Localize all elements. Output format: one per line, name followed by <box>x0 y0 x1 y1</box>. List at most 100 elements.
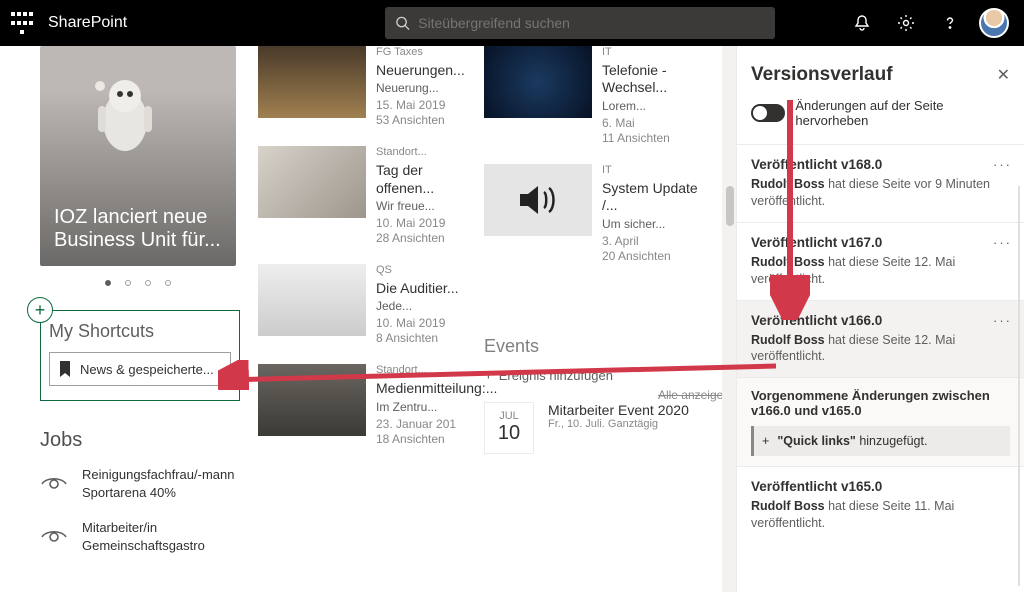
version-title: Veröffentlicht v168.0 <box>751 157 1010 172</box>
event-item[interactable]: JUL 10 Mitarbeiter Event 2020 Fr., 10. J… <box>484 402 706 454</box>
event-subtitle: Fr., 10. Juli. Ganztägig <box>548 418 689 430</box>
changes-heading: Vorgenommene Änderungen zwischen v166.0 … <box>751 388 1010 418</box>
shortcut-label: News & gespeicherte... <box>80 362 214 377</box>
news-views: 53 Ansichten <box>376 113 470 128</box>
news-title: Telefonie - Wechsel... <box>602 62 706 97</box>
version-item-selected[interactable]: ··· Veröffentlicht v166.0 Rudolf Boss ha… <box>737 300 1024 378</box>
change-item-strong: "Quick links" <box>777 434 856 448</box>
eye-icon <box>40 474 68 494</box>
news-desc: Jede... <box>376 299 470 314</box>
news-date: 6. Mai <box>602 116 706 131</box>
news-desc: Im Zentru... <box>376 400 497 415</box>
version-author: Rudolf Boss <box>751 177 825 191</box>
version-author: Rudolf Boss <box>751 255 825 269</box>
my-shortcuts-webpart: + My Shortcuts News & gespeicherte... <box>40 310 240 401</box>
news-date: 23. Januar 201 <box>376 417 497 432</box>
news-item[interactable]: IT System Update /... Um sicher... 3. Ap… <box>484 164 706 264</box>
news-item[interactable]: IT Telefonie - Wechsel... Lorem... 6. Ma… <box>484 46 706 146</box>
user-avatar[interactable] <box>974 3 1014 43</box>
close-panel-button[interactable]: ✕ <box>997 65 1010 85</box>
version-more-icon[interactable]: ··· <box>993 313 1012 328</box>
content-scrollbar[interactable] <box>722 46 736 592</box>
news-date: 10. Mai 2019 <box>376 316 470 331</box>
news-thumb <box>258 146 366 218</box>
event-title: Mitarbeiter Event 2020 <box>548 402 689 418</box>
version-item[interactable]: Veröffentlicht v165.0 Rudolf Boss hat di… <box>737 466 1024 544</box>
suite-header: SharePoint <box>0 0 1024 46</box>
version-author: Rudolf Boss <box>751 333 825 347</box>
news-thumb <box>258 364 366 436</box>
highlight-changes-toggle[interactable] <box>751 104 785 122</box>
panel-title: Versionsverlauf <box>751 64 997 86</box>
job-title: Reinigungsfachfrau/-mann Sportarena 40% <box>82 466 260 501</box>
jobs-section: Jobs Reinigungsfachfrau/-mann Sportarena… <box>40 429 260 554</box>
brand-label[interactable]: SharePoint <box>48 14 127 32</box>
news-title: Neuerungen... <box>376 62 470 80</box>
search-box[interactable] <box>385 7 775 39</box>
news-views: 11 Ansichten <box>602 131 706 146</box>
news-category: FG Taxes <box>376 46 470 60</box>
plus-icon: + <box>762 434 769 448</box>
panel-scrollbar[interactable] <box>1018 186 1020 586</box>
news-category: Standort... <box>376 146 470 160</box>
changes-block: Vorgenommene Änderungen zwischen v166.0 … <box>737 377 1024 466</box>
version-item[interactable]: ··· Veröffentlicht v168.0 Rudolf Boss ha… <box>737 144 1024 222</box>
toggle-label: Änderungen auf der Seite hervorheben <box>795 98 1010 128</box>
version-author: Rudolf Boss <box>751 499 825 513</box>
version-item[interactable]: ··· Veröffentlicht v167.0 Rudolf Boss ha… <box>737 222 1024 300</box>
page-content: IOZ lanciert neue Business Unit für... +… <box>0 46 736 592</box>
news-item[interactable]: FG Taxes Neuerungen... Neuerung... 15. M… <box>258 46 470 128</box>
news-title: System Update /... <box>602 180 706 215</box>
job-title: Mitarbeiter/in Gemeinschaftsgastro <box>82 519 260 554</box>
news-thumb <box>484 46 592 118</box>
settings-icon[interactable] <box>886 3 926 43</box>
version-title: Veröffentlicht v166.0 <box>751 313 1010 328</box>
add-webpart-button[interactable]: + <box>27 297 53 323</box>
news-item[interactable]: Standort... Medienmitteilung:... Im Zent… <box>258 364 470 446</box>
version-more-icon[interactable]: ··· <box>993 157 1012 172</box>
version-history-panel: Versionsverlauf ✕ Änderungen auf der Sei… <box>736 46 1024 592</box>
job-item[interactable]: Reinigungsfachfrau/-mann Sportarena 40% <box>40 466 260 501</box>
avatar-icon <box>979 8 1009 38</box>
news-desc: Neuerung... <box>376 81 470 96</box>
events-heading: Events <box>484 336 706 357</box>
search-input[interactable] <box>418 15 765 31</box>
version-more-icon[interactable]: ··· <box>993 235 1012 250</box>
version-title: Veröffentlicht v165.0 <box>751 479 1010 494</box>
news-category: QS <box>376 264 470 278</box>
plus-icon: + <box>484 367 493 384</box>
help-icon[interactable] <box>930 3 970 43</box>
event-date-box: JUL 10 <box>484 402 534 454</box>
event-month: JUL <box>499 410 519 422</box>
news-thumb <box>258 264 366 336</box>
news-thumb <box>484 164 592 236</box>
news-date: 15. Mai 2019 <box>376 98 470 113</box>
event-day: 10 <box>498 422 520 445</box>
news-date: 3. April <box>602 234 706 249</box>
news-item[interactable]: Standort... Tag der offenen... Wir freue… <box>258 146 470 246</box>
news-item[interactable]: QS Die Auditier... Jede... 10. Mai 2019 … <box>258 264 470 346</box>
news-category: Standort... <box>376 364 497 378</box>
add-event-label: Ereignis hinzufügen <box>499 368 613 383</box>
shortcut-item[interactable]: News & gespeicherte... <box>49 352 231 386</box>
notifications-icon[interactable] <box>842 3 882 43</box>
shortcuts-heading: My Shortcuts <box>49 321 231 342</box>
hero-image <box>80 66 170 176</box>
speaker-icon <box>516 182 560 218</box>
news-desc: Wir freue... <box>376 199 470 214</box>
app-launcher-icon[interactable] <box>10 11 34 35</box>
change-row[interactable]: + "Quick links" hinzugefügt. <box>751 426 1010 456</box>
news-column: FG Taxes Neuerungen... Neuerung... 15. M… <box>258 46 470 465</box>
news-title: Medienmitteilung:... <box>376 380 497 398</box>
bookmark-icon <box>58 361 72 377</box>
events-show-all[interactable]: Alle anzeigen <box>658 388 730 402</box>
hero-card[interactable]: IOZ lanciert neue Business Unit für... <box>40 46 236 266</box>
add-event-button[interactable]: + Ereignis hinzufügen <box>484 367 706 384</box>
carousel-dots[interactable] <box>40 280 236 286</box>
news-views: 20 Ansichten <box>602 249 706 264</box>
version-title: Veröffentlicht v167.0 <box>751 235 1010 250</box>
job-item[interactable]: Mitarbeiter/in Gemeinschaftsgastro <box>40 519 260 554</box>
eye-icon <box>40 527 68 547</box>
news-date: 10. Mai 2019 <box>376 216 470 231</box>
news-title: Die Auditier... <box>376 280 470 298</box>
